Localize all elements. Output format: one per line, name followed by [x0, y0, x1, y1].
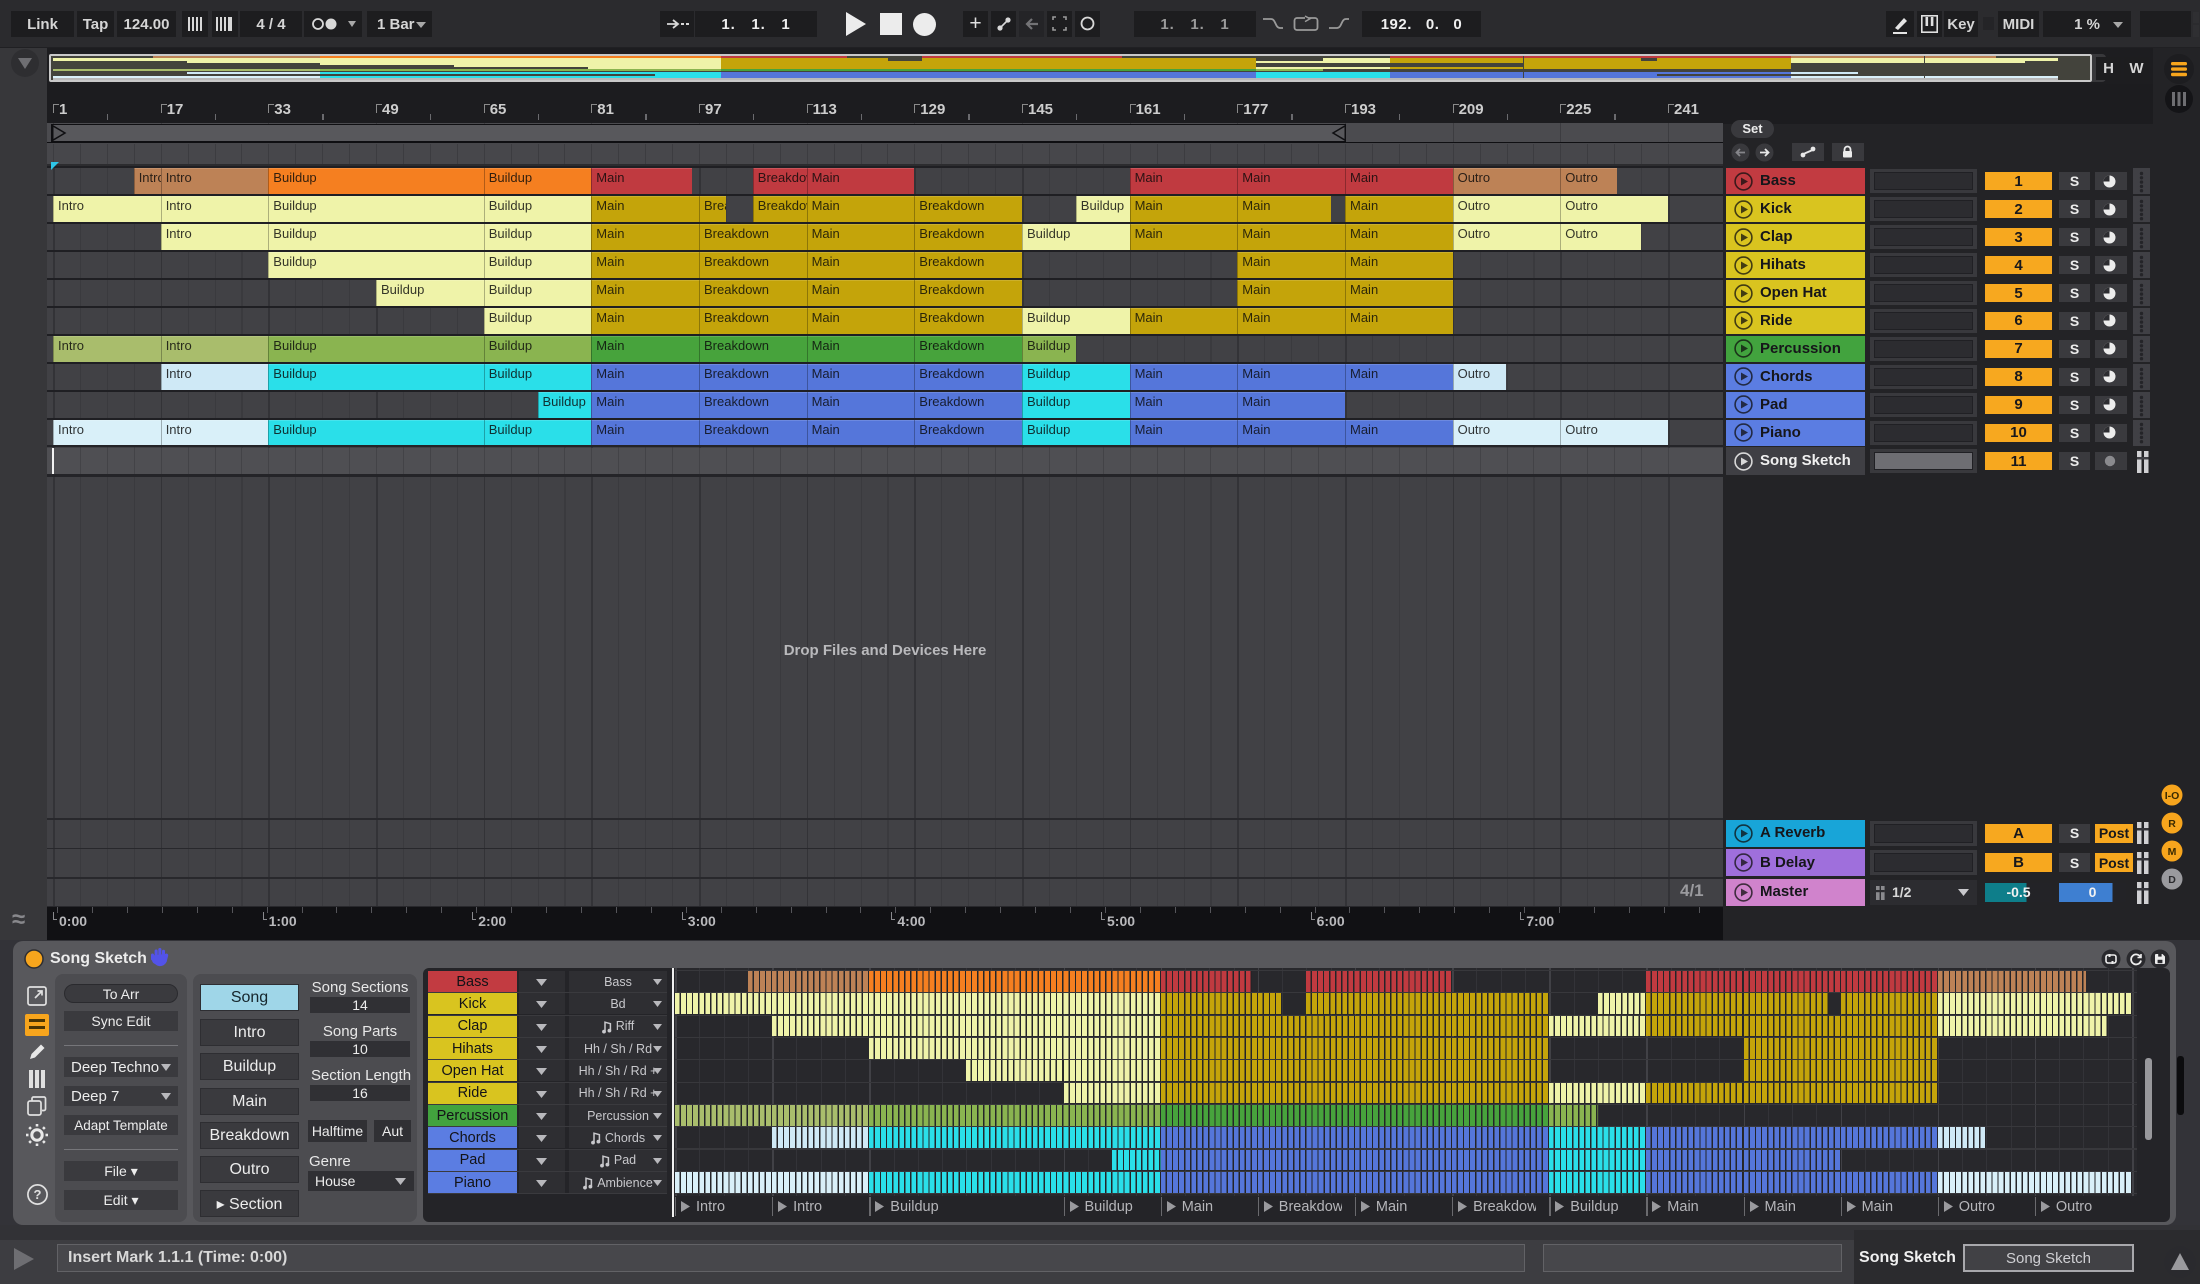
svg-text:I-O: I-O — [2165, 790, 2180, 802]
svg-text:R: R — [2168, 818, 2176, 830]
svg-text:D: D — [2168, 874, 2176, 886]
svg-text:?: ? — [34, 1187, 42, 1202]
svg-text:M: M — [2168, 846, 2177, 858]
